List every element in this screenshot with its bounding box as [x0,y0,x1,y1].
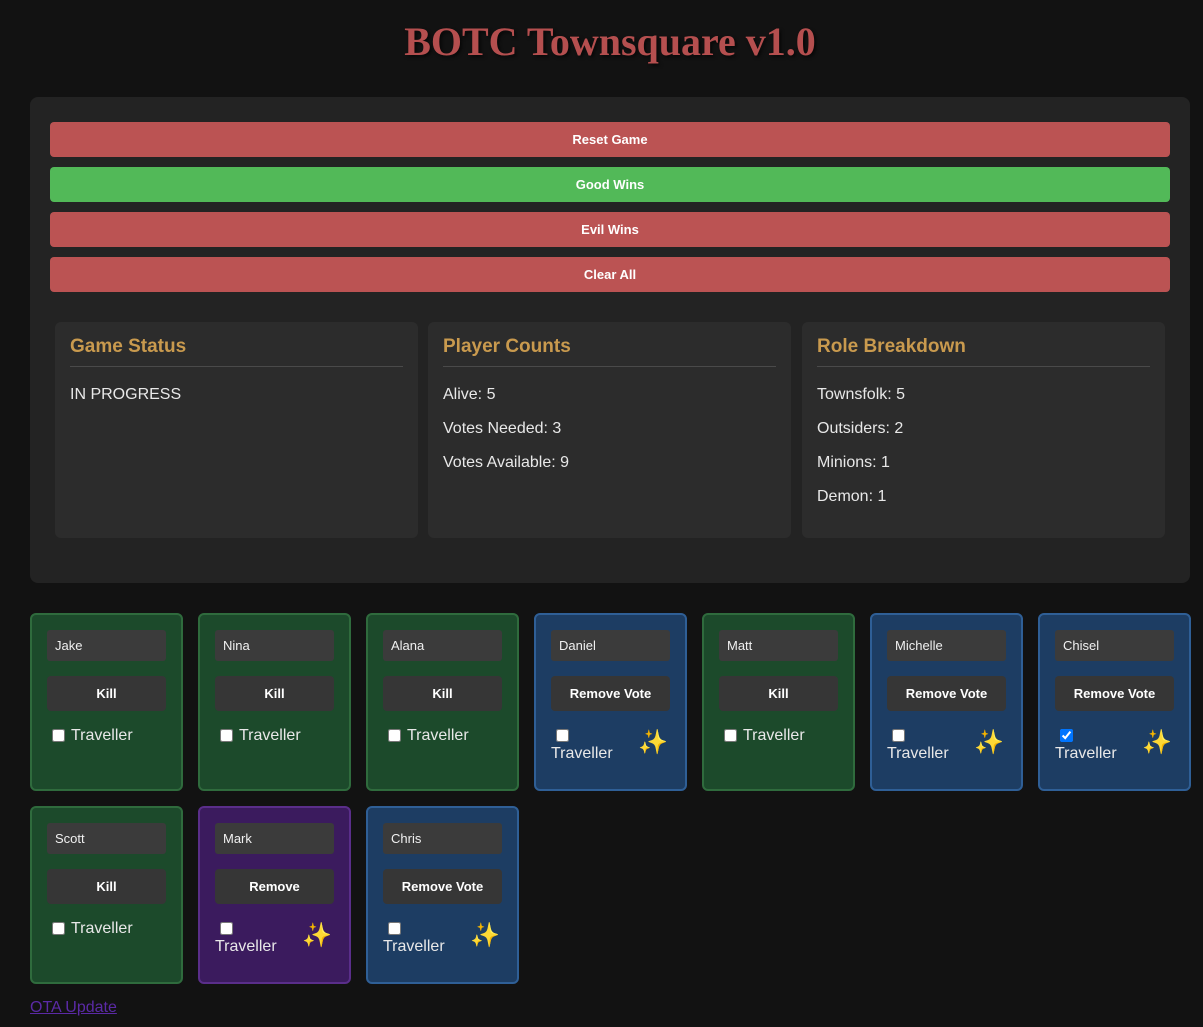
game-status-heading: Game Status [70,336,403,367]
votes-available: Votes Available: 9 [443,454,570,471]
traveller-checkbox[interactable] [388,729,401,742]
traveller-checkbox[interactable] [892,729,905,742]
player-card: Kill Traveller [30,613,183,791]
player-card: Remove Vote ✨ Traveller [366,806,519,984]
remove-vote-button[interactable]: Remove Vote [887,676,1006,711]
minions-count: Minions: 1 [817,454,890,471]
kill-button[interactable]: Kill [215,676,334,711]
kill-button[interactable]: Kill [47,676,166,711]
traveller-checkbox[interactable] [556,729,569,742]
traveller-checkbox[interactable] [388,922,401,935]
remove-vote-button[interactable]: Remove Vote [1055,676,1174,711]
player-card: Kill Traveller [198,613,351,791]
traveller-label: Traveller [239,727,301,744]
traveller-label: Traveller [71,920,133,937]
player-counts-heading: Player Counts [443,336,776,367]
player-counts-card: Player Counts Alive: 5 Votes Needed: 3 V… [428,322,791,538]
sparkles-icon: ✨ [974,729,1004,756]
traveller-label: Traveller [743,727,805,744]
sparkles-icon: ✨ [302,922,332,949]
player-name-input[interactable] [215,823,334,854]
traveller-checkbox[interactable] [52,729,65,742]
player-name-input[interactable] [383,630,502,661]
townsfolk-count: Townsfolk: 5 [817,386,906,403]
player-card: Kill Traveller [366,613,519,791]
player-name-input[interactable] [719,630,838,661]
traveller-checkbox[interactable] [724,729,737,742]
game-status-card: Game Status IN PROGRESS [55,322,418,538]
player-card: Remove Vote ✨ Traveller [870,613,1023,791]
game-status-value: IN PROGRESS [70,386,182,403]
player-name-input[interactable] [215,630,334,661]
player-card: Remove Vote ✨ Traveller [534,613,687,791]
page-title: BOTC Townsquare v1.0 [404,19,816,64]
sparkles-icon: ✨ [470,922,500,949]
traveller-checkbox[interactable] [1060,729,1073,742]
player-card: Kill Traveller [30,806,183,984]
player-name-input[interactable] [1055,630,1174,661]
player-card: Kill Traveller [702,613,855,791]
alive-count: Alive: 5 [443,386,496,403]
player-name-input[interactable] [47,823,166,854]
traveller-label: Traveller [407,727,469,744]
role-breakdown-card: Role Breakdown Townsfolk: 5 Outsiders: 2… [802,322,1165,538]
traveller-label: Traveller [383,938,445,955]
traveller-label: Traveller [215,938,277,955]
traveller-label: Traveller [887,745,949,762]
outsiders-count: Outsiders: 2 [817,420,904,437]
remove-vote-button[interactable]: Remove Vote [551,676,670,711]
player-card: Remove Vote ✨ Traveller [1038,613,1191,791]
reset-game-button[interactable]: Reset Game [50,122,1170,157]
traveller-checkbox[interactable] [220,729,233,742]
player-name-input[interactable] [47,630,166,661]
player-name-input[interactable] [383,823,502,854]
role-breakdown-heading: Role Breakdown [817,336,1150,367]
sparkles-icon: ✨ [638,729,668,756]
remove-vote-button[interactable]: Remove Vote [383,869,502,904]
traveller-label: Traveller [1055,745,1117,762]
control-panel: Reset Game Good Wins Evil Wins Clear All… [30,97,1190,583]
traveller-checkbox[interactable] [52,922,65,935]
sparkles-icon: ✨ [1142,729,1172,756]
remove-button[interactable]: Remove [215,869,334,904]
player-name-input[interactable] [887,630,1006,661]
clear-all-button[interactable]: Clear All [50,257,1170,292]
traveller-checkbox[interactable] [220,922,233,935]
kill-button[interactable]: Kill [383,676,502,711]
votes-needed: Votes Needed: 3 [443,420,562,437]
good-wins-button[interactable]: Good Wins [50,167,1170,202]
traveller-label: Traveller [71,727,133,744]
evil-wins-button[interactable]: Evil Wins [50,212,1170,247]
kill-button[interactable]: Kill [47,869,166,904]
player-name-input[interactable] [551,630,670,661]
kill-button[interactable]: Kill [719,676,838,711]
traveller-label: Traveller [551,745,613,762]
ota-update-link[interactable]: OTA Update [30,999,117,1017]
player-card: Remove ✨ Traveller [198,806,351,984]
demon-count: Demon: 1 [817,488,887,505]
